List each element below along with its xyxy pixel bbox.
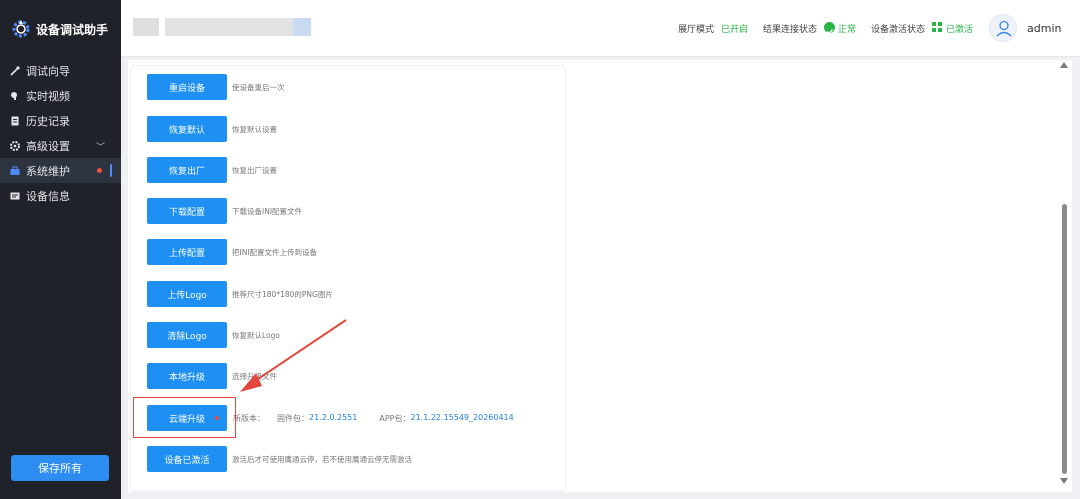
header: 展厅模式 已开启 结果连接状态 正常 设备激活状态 已激活 admin [121, 0, 1080, 57]
camera-icon [10, 91, 20, 101]
info-card-icon [10, 191, 20, 201]
app-title: 设备调试助手 [36, 22, 109, 37]
local-upgrade-button[interactable]: 本地升级 [147, 363, 227, 389]
action-row-upload-config: 上传配置 把INI配置文件上传到设备 [147, 239, 317, 265]
scroll-down-icon[interactable] [1060, 478, 1068, 484]
redacted-block [165, 18, 293, 36]
avatar[interactable] [989, 14, 1017, 42]
action-description: 恢复默认设置 [232, 124, 277, 134]
factory-reset-button[interactable]: 恢复出厂 [147, 157, 227, 183]
wand-icon [10, 65, 20, 76]
sidebar-item-label: 历史记录 [26, 114, 70, 128]
scroll-up-icon[interactable] [1060, 62, 1068, 68]
scrollbar-thumb[interactable] [1062, 204, 1067, 474]
sidebar-item-device-info[interactable]: 设备信息 [0, 183, 121, 208]
action-row-factory-reset: 恢复出厂 恢复出厂设置 [147, 157, 277, 183]
action-row-restore-default: 恢复默认 恢复默认设置 [147, 116, 277, 142]
toolbox-icon [10, 166, 20, 176]
sidebar-item-history[interactable]: 历史记录 [0, 108, 121, 133]
username[interactable]: admin [1027, 22, 1061, 35]
activation-status-value: 已激活 [946, 25, 974, 35]
sidebar: 设备调试助手 调试向导 实时视频 历史记录 高级设置 ﹀ 系统维护 设备信息 保… [0, 0, 121, 499]
main-content: 重启设备 使设备重启一次 恢复默认 恢复默认设置 恢复出厂 恢复出厂设置 下载配… [128, 60, 1072, 492]
sidebar-item-label: 高级设置 [26, 139, 70, 153]
action-description: 恢复出厂设置 [232, 165, 277, 175]
firmware-label: 固件包： [277, 413, 309, 423]
redacted-block [133, 18, 159, 36]
new-version-label: 新版本： [233, 413, 265, 423]
action-row-local-upgrade: 本地升级 选择升级文件 [147, 363, 277, 389]
annotation-highlight-box [133, 397, 236, 438]
sidebar-item-debug-wizard[interactable]: 调试向导 [0, 58, 121, 83]
showroom-mode-label: 展厅模式 [678, 25, 715, 35]
notification-dot [97, 168, 102, 173]
action-description: 激活后才可使用鹰通云停，若不使用鹰通云停无需激活 [232, 454, 412, 464]
gear-icon [10, 140, 20, 151]
action-row-download-config: 下载配置 下载设备INI配置文件 [147, 198, 302, 224]
action-description: 推荐尺寸180*180的PNG图片 [232, 289, 333, 299]
action-row-clear-logo: 清除Logo 恢复默认Logo [147, 322, 280, 348]
sidebar-item-advanced-settings[interactable]: 高级设置 ﹀ [0, 133, 121, 158]
action-description: 使设备重启一次 [232, 82, 285, 92]
restore-default-button[interactable]: 恢复默认 [147, 116, 227, 142]
sidebar-item-label: 设备信息 [26, 189, 70, 203]
action-description: 恢复默认Logo [232, 330, 280, 340]
chevron-down-icon: ﹀ [95, 143, 105, 153]
sidebar-item-live-video[interactable]: 实时视频 [0, 83, 121, 108]
clear-logo-button[interactable]: 清除Logo [147, 322, 227, 348]
download-config-button[interactable]: 下载配置 [147, 198, 227, 224]
connection-status-value: 正常 [838, 25, 857, 35]
connection-status-label: 结果连接状态 [763, 25, 818, 35]
sidebar-item-system-maintenance[interactable]: 系统维护 [0, 158, 121, 183]
action-row-device-activated: 设备已激活 激活后才可使用鹰通云停，若不使用鹰通云停无需激活 [147, 446, 412, 472]
brand: 设备调试助手 [0, 0, 121, 58]
app-package-version: 21.1.22.15549_20260414 [410, 412, 514, 422]
sidebar-item-label: 实时视频 [26, 89, 70, 103]
action-row-upload-logo: 上传Logo 推荐尺寸180*180的PNG图片 [147, 281, 333, 307]
device-activated-button[interactable]: 设备已激活 [147, 446, 227, 472]
action-row-restart: 重启设备 使设备重启一次 [147, 74, 285, 100]
action-description: 下载设备INI配置文件 [232, 206, 303, 216]
active-indicator [110, 164, 112, 177]
user-icon [996, 20, 1012, 37]
save-all-button[interactable]: 保存所有 [11, 455, 109, 481]
showroom-mode-value: 已开启 [721, 25, 749, 35]
qr-code-icon [932, 22, 943, 33]
firmware-version: 21.2.0.2551 [309, 412, 358, 422]
cloud-version-info: 新版本： 固件包： 21.2.0.2551 APP包： 21.1.22.1554… [233, 413, 514, 424]
sidebar-item-label: 调试向导 [26, 64, 70, 78]
action-description: 把INI配置文件上传到设备 [232, 247, 318, 257]
gear-logo-icon [12, 20, 30, 38]
restart-device-button[interactable]: 重启设备 [147, 74, 227, 100]
activation-status-label: 设备激活状态 [871, 25, 926, 35]
check-circle-icon [824, 22, 835, 35]
document-icon [10, 116, 20, 126]
action-description: 选择升级文件 [232, 371, 277, 381]
upload-logo-button[interactable]: 上传Logo [147, 281, 227, 307]
redacted-block [293, 18, 311, 36]
vertical-scrollbar[interactable] [1057, 60, 1072, 492]
upload-config-button[interactable]: 上传配置 [147, 239, 227, 265]
sidebar-item-label: 系统维护 [26, 164, 70, 178]
app-package-label: APP包： [379, 413, 411, 423]
